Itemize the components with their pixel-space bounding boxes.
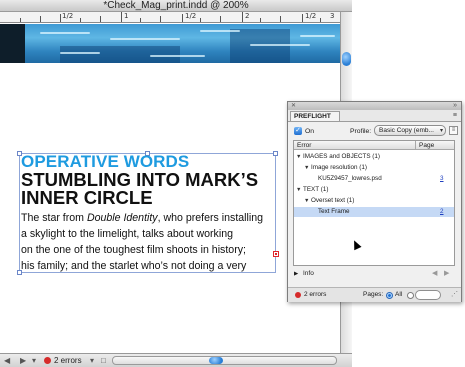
on-label: On: [305, 128, 315, 135]
radio-off-icon[interactable]: [407, 292, 414, 299]
close-icon[interactable]: ✕: [291, 103, 296, 109]
list-item[interactable]: ▼ IMAGES and OBJECTS (1): [294, 152, 454, 162]
list-item[interactable]: KU5Z9457_lowres.psd 3: [294, 174, 454, 184]
list-item[interactable]: ▼ TEXT (1): [294, 185, 454, 195]
status-errors[interactable]: 2 errors: [54, 354, 82, 367]
info-section[interactable]: ▶ Info ◀ ▶: [293, 269, 455, 279]
disclosure-triangle-icon[interactable]: ▼: [296, 152, 301, 162]
checkbox-checked-icon[interactable]: ✓: [294, 127, 302, 135]
vertical-scroll-thumb[interactable]: [342, 52, 351, 66]
preflight-panel: ✕ » PREFLIGHT ≡ ✓ On Profile: Basic Copy…: [287, 101, 462, 302]
ruler-label: 1/2: [185, 12, 197, 20]
body-line: his family; and the starlet who’s not do…: [21, 260, 247, 272]
frame-handle[interactable]: [273, 151, 278, 156]
ruler-label: 1/2: [62, 12, 74, 20]
error-dot-icon: [295, 292, 301, 298]
page-link[interactable]: 2: [440, 207, 444, 217]
list-header: Error Page: [294, 141, 454, 150]
page-link[interactable]: 3: [440, 174, 444, 184]
disclosure-triangle-icon[interactable]: ▼: [304, 163, 309, 173]
arrow-left-icon[interactable]: ◀: [432, 269, 437, 279]
page-next-icon[interactable]: ▶: [20, 354, 26, 367]
panel-titlebar[interactable]: ✕ »: [288, 102, 461, 110]
resize-grip-icon[interactable]: ⋰: [451, 288, 458, 302]
ruler-label: 1: [124, 12, 129, 20]
pages-range-input[interactable]: [415, 290, 441, 300]
radio-on-icon[interactable]: [386, 292, 393, 299]
ruler-label: 2: [245, 12, 250, 20]
article-headline: STUMBLING INTO MARK’S INNER CIRCLE: [21, 170, 271, 208]
profile-label: Profile:: [350, 128, 372, 135]
horizontal-ruler: 1/2 1 1/2 2 1/2 3: [0, 12, 340, 23]
error-list[interactable]: Error Page ▼ IMAGES and OBJECTS (1) ▼ Im…: [293, 140, 455, 266]
horizontal-scrollbar[interactable]: [112, 356, 337, 365]
profile-select[interactable]: Basic Copy (emb... ▾: [374, 125, 446, 136]
panel-body: ✓ On Profile: Basic Copy (emb... ▾ ≡ Err…: [288, 121, 461, 302]
column-error[interactable]: Error: [297, 141, 311, 150]
error-dot-icon: [44, 357, 51, 364]
ruler-label: 3: [330, 12, 335, 20]
status-menu-icon[interactable]: ▾: [90, 354, 94, 367]
panel-menu-icon[interactable]: ≡: [453, 112, 457, 119]
all-label: All: [395, 291, 403, 298]
profile-menu-icon[interactable]: ≡: [449, 126, 458, 135]
list-item[interactable]: ▼ Image resolution (1): [294, 163, 454, 173]
ruler-label: 1/2: [305, 12, 317, 20]
pages-label: Pages:: [363, 291, 384, 298]
open-page-icon[interactable]: □: [101, 354, 106, 367]
info-label: Info: [303, 270, 314, 277]
body-line: on the one of the toughest film shoots i…: [21, 244, 246, 256]
mouse-cursor-icon: [350, 238, 362, 251]
column-page[interactable]: Page: [415, 141, 454, 150]
disclosure-triangle-icon[interactable]: ▼: [304, 196, 309, 206]
page-prev-icon[interactable]: ◀: [4, 354, 10, 367]
status-bar: ◀ ▶ ▾ 2 errors ▾ □: [0, 353, 352, 367]
photo-image[interactable]: [0, 24, 340, 63]
window-title: *Check_Mag_print.indd @ 200%: [0, 0, 352, 12]
body-line: The star from Double Identity, who prefe…: [21, 212, 264, 224]
collapse-icon[interactable]: »: [453, 102, 457, 109]
list-item[interactable]: ▼ Overset text (1): [294, 196, 454, 206]
preflight-menu-icon[interactable]: ▾: [32, 354, 36, 367]
overset-outport-icon[interactable]: [273, 251, 279, 257]
arrow-right-icon[interactable]: ▶: [444, 269, 449, 279]
disclosure-triangle-icon[interactable]: ▶: [294, 269, 298, 279]
tab-preflight[interactable]: PREFLIGHT: [290, 111, 340, 121]
horizontal-scroll-thumb[interactable]: [209, 357, 223, 364]
list-item-selected[interactable]: Text Frame 2: [294, 207, 454, 217]
body-line: a skylight to the limelight, talks about…: [21, 228, 233, 240]
headline-line: INNER CIRCLE: [21, 187, 153, 208]
footer-errors: 2 errors: [304, 291, 327, 298]
disclosure-triangle-icon[interactable]: ▼: [296, 185, 301, 195]
chevron-down-icon: ▾: [439, 128, 443, 134]
panel-footer: 2 errors Pages: All ⋰: [288, 287, 461, 302]
